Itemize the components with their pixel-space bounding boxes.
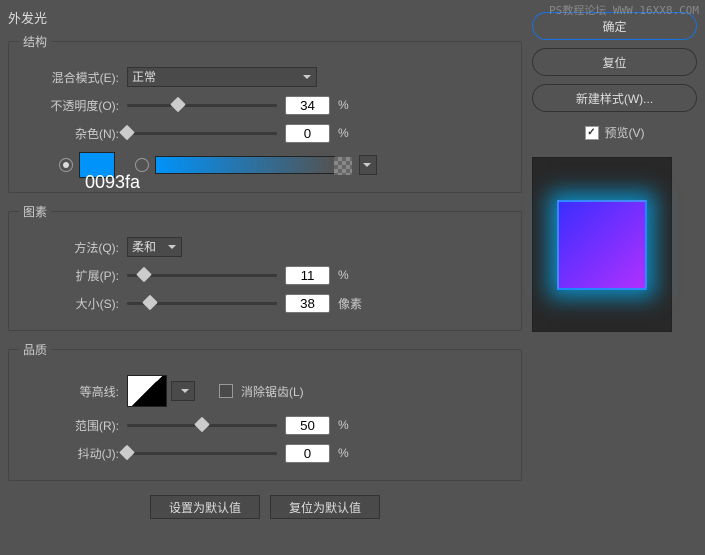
contour-picker[interactable] [127, 375, 167, 407]
quality-fieldset: 品质 等高线: 消除锯齿(L) 范围(R): % 抖动(J): % [8, 341, 522, 481]
size-input[interactable] [285, 294, 330, 313]
noise-label: 杂色(N): [21, 125, 119, 142]
spread-unit: % [338, 268, 368, 282]
right-panel: 确定 复位 新建样式(W)... 预览(V) [532, 8, 697, 547]
preview-swatch [557, 200, 647, 290]
structure-legend: 结构 [19, 33, 51, 50]
new-style-button[interactable]: 新建样式(W)... [532, 84, 697, 112]
reset-button[interactable]: 复位 [532, 48, 697, 76]
preview-checkbox[interactable] [585, 126, 599, 140]
set-default-button[interactable]: 设置为默认值 [150, 495, 260, 519]
antialias-label: 消除锯齿(L) [241, 383, 304, 400]
contour-label: 等高线: [21, 383, 119, 400]
opacity-label: 不透明度(O): [21, 97, 119, 114]
size-label: 大小(S): [21, 295, 119, 312]
contour-dropdown[interactable] [171, 381, 195, 401]
opacity-unit: % [338, 98, 368, 112]
spread-label: 扩展(P): [21, 267, 119, 284]
gradient-radio[interactable] [135, 158, 149, 172]
gradient-preview[interactable] [155, 156, 335, 174]
reset-default-button[interactable]: 复位为默认值 [270, 495, 380, 519]
opacity-slider[interactable] [127, 104, 277, 107]
elements-fieldset: 图素 方法(Q): 柔和 扩展(P): % 大小(S): 像素 [8, 203, 522, 331]
technique-select[interactable]: 柔和 [127, 237, 182, 257]
noise-slider[interactable] [127, 132, 277, 135]
noise-unit: % [338, 126, 368, 140]
main-container: 外发光 结构 混合模式(E): 正常 不透明度(O): % 杂色(N): % 0… [0, 0, 705, 555]
spread-input[interactable] [285, 266, 330, 285]
color-radio[interactable] [59, 158, 73, 172]
size-unit: 像素 [338, 295, 368, 312]
noise-input[interactable] [285, 124, 330, 143]
left-panel: 外发光 结构 混合模式(E): 正常 不透明度(O): % 杂色(N): % 0… [8, 8, 522, 547]
spread-slider[interactable] [127, 274, 277, 277]
blend-mode-select[interactable]: 正常 [127, 67, 317, 87]
antialias-checkbox[interactable] [219, 384, 233, 398]
preview-box [532, 157, 672, 332]
range-label: 范围(R): [21, 417, 119, 434]
gradient-dropdown[interactable] [359, 155, 377, 175]
quality-legend: 品质 [19, 341, 51, 358]
preview-label: 预览(V) [605, 124, 645, 141]
blend-mode-label: 混合模式(E): [21, 69, 119, 86]
elements-legend: 图素 [19, 203, 51, 220]
watermark-text: PS教程论坛 WWW.16XX8.COM [549, 2, 699, 18]
jitter-input[interactable] [285, 444, 330, 463]
size-slider[interactable] [127, 302, 277, 305]
technique-label: 方法(Q): [21, 239, 119, 256]
range-input[interactable] [285, 416, 330, 435]
range-slider[interactable] [127, 424, 277, 427]
panel-title: 外发光 [8, 8, 522, 27]
jitter-unit: % [338, 446, 368, 460]
color-code-text: 0093fa [85, 172, 140, 193]
range-unit: % [338, 418, 368, 432]
structure-fieldset: 结构 混合模式(E): 正常 不透明度(O): % 杂色(N): % [8, 33, 522, 193]
jitter-label: 抖动(J): [21, 445, 119, 462]
jitter-slider[interactable] [127, 452, 277, 455]
opacity-input[interactable] [285, 96, 330, 115]
